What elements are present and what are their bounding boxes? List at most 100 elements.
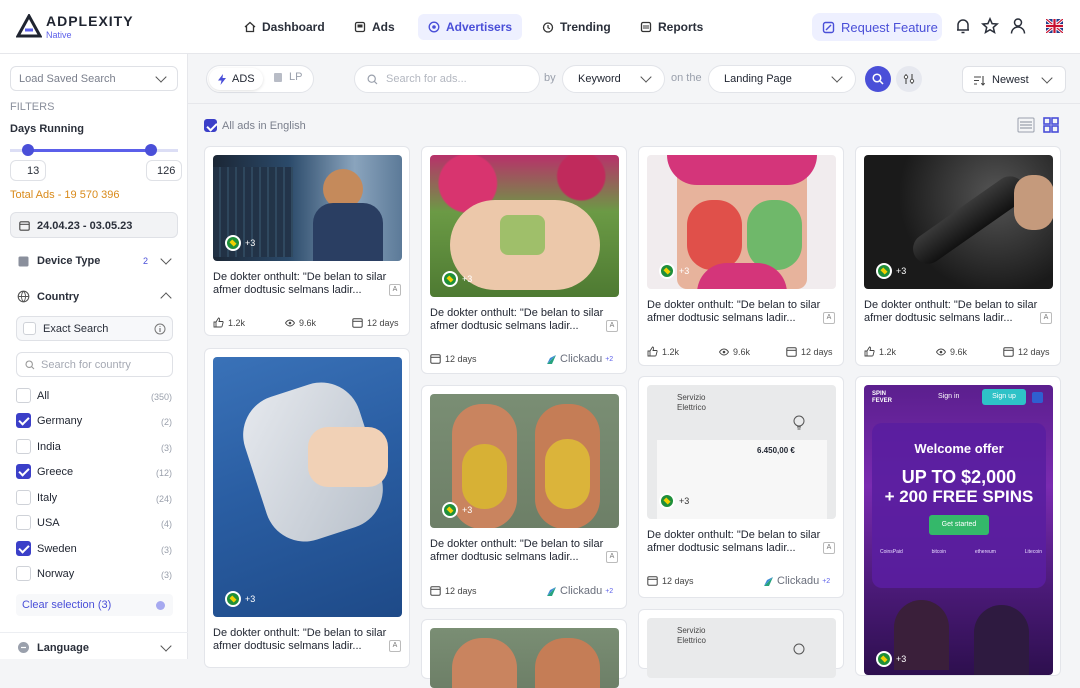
casino-get-started[interactable]: Get started <box>929 515 989 535</box>
ad-card[interactable]: +3 De dokter onthult: "De belan to silar… <box>638 146 844 366</box>
translate-icon[interactable]: A <box>389 284 401 296</box>
country-search-input[interactable]: Search for country <box>16 352 173 377</box>
user-icon[interactable] <box>1009 17 1027 35</box>
nav-dashboard[interactable]: Dashboard <box>234 14 335 40</box>
device-type-section[interactable]: Device Type 2 <box>0 248 188 276</box>
ads-search-input[interactable]: Search for ads... <box>354 65 540 93</box>
translate-icon[interactable]: A <box>823 542 835 554</box>
days-running: 12 days <box>367 317 399 328</box>
country-item-india[interactable]: India (3) <box>0 439 188 459</box>
country-item-usa[interactable]: USA (4) <box>0 515 188 535</box>
payment-ethereum: ethereum <box>974 549 996 555</box>
country-checkbox[interactable] <box>16 464 31 479</box>
grid-view-icon[interactable] <box>1043 117 1059 133</box>
bell-icon[interactable] <box>954 17 972 35</box>
country-name: India <box>37 441 61 453</box>
country-checkbox[interactable] <box>16 490 31 505</box>
ad-thumbnail[interactable]: Servizio Elettrico 6.450,00 € +3 <box>647 385 836 519</box>
nav-reports[interactable]: Reports <box>630 14 713 40</box>
ad-card[interactable]: SPIN FEVER Sign in Sign up Welcome offer… <box>855 376 1061 676</box>
ad-network[interactable]: Clickadu +2 <box>763 575 830 587</box>
days-running: 12 days <box>445 353 477 364</box>
country-item-greece[interactable]: Greece (12) <box>0 464 188 484</box>
country-checkbox[interactable] <box>16 388 31 403</box>
days-slider-max-handle[interactable] <box>145 144 157 156</box>
nav-advertisers[interactable]: Advertisers <box>418 14 523 40</box>
country-item-italy[interactable]: Italy (24) <box>0 490 188 510</box>
ad-card[interactable] <box>421 619 627 688</box>
uk-flag-icon[interactable] <box>1046 19 1063 33</box>
ad-card[interactable]: +3 De dokter onthult: "De belan to silar… <box>421 146 627 374</box>
sort-select[interactable]: Newest <box>962 66 1066 93</box>
days-min-input[interactable]: 13 <box>10 160 46 181</box>
landing-page-select[interactable]: Landing Page <box>708 65 856 93</box>
request-feature-button[interactable]: Request Feature <box>812 13 942 41</box>
advertisers-icon <box>428 21 440 33</box>
ad-title: De dokter onthult: "De belan to silar af… <box>430 307 604 332</box>
country-item-norway[interactable]: Norway (3) <box>0 566 188 586</box>
info-icon[interactable] <box>154 323 166 335</box>
casino-sign-in[interactable]: Sign in <box>938 393 959 400</box>
days-running: 12 days <box>445 585 477 596</box>
days-max-input[interactable]: 126 <box>146 160 182 181</box>
country-checkbox[interactable] <box>16 566 31 581</box>
casino-sign-up[interactable]: Sign up <box>982 389 1026 405</box>
date-range-picker[interactable]: 24.04.23 - 03.05.23 <box>10 212 178 238</box>
days-slider-range <box>28 149 151 152</box>
advanced-filters-button[interactable] <box>896 66 922 92</box>
ad-network[interactable]: Clickadu +2 <box>546 353 613 365</box>
clear-selection-button[interactable]: Clear selection (3) <box>16 594 173 616</box>
english-only-checkbox[interactable] <box>204 119 217 132</box>
country-section-header[interactable]: Country <box>0 284 188 312</box>
keyword-select[interactable]: Keyword <box>562 65 665 93</box>
ad-card[interactable]: Servizio Elettrico 6.450,00 € +3 De dokt… <box>638 376 844 598</box>
ad-thumbnail[interactable]: Servizio Elettrico <box>647 618 836 678</box>
ad-network[interactable]: Clickadu +2 <box>546 585 613 597</box>
nav-trending[interactable]: Trending <box>532 14 621 40</box>
ad-thumbnail[interactable]: +3 <box>430 394 619 528</box>
search-button[interactable] <box>865 66 891 92</box>
language-section[interactable]: Language <box>0 632 188 660</box>
exact-search-checkbox[interactable] <box>23 322 36 335</box>
ad-title: De dokter onthult: "De belan to silar af… <box>647 299 821 324</box>
country-checkbox[interactable] <box>16 515 31 530</box>
country-item-all[interactable]: All (350) <box>0 388 188 408</box>
ad-card[interactable]: +3 De dokter onthult: "De belan to silar… <box>204 146 410 336</box>
country-item-germany[interactable]: Germany (2) <box>0 413 188 433</box>
ad-thumbnail[interactable]: +3 <box>430 155 619 297</box>
tab-lp[interactable]: LP <box>273 71 302 83</box>
invoice-line2: Elettrico <box>677 403 706 412</box>
exact-search-toggle[interactable]: Exact Search <box>16 316 173 341</box>
ad-thumbnail[interactable] <box>430 628 619 688</box>
translate-icon[interactable]: A <box>389 640 401 652</box>
ad-thumbnail[interactable]: SPIN FEVER Sign in Sign up Welcome offer… <box>864 385 1053 675</box>
tab-ads[interactable]: ADS <box>209 68 263 90</box>
ad-thumbnail[interactable]: +3 <box>213 357 402 617</box>
ad-card[interactable]: +3 De dokter onthult: "De belan to silar… <box>204 348 410 668</box>
casino-payments: CoinsPaid bitcoin ethereum Litecoin <box>880 549 1042 555</box>
translate-icon[interactable]: A <box>606 551 618 563</box>
ad-card[interactable]: Servizio Elettrico <box>638 609 844 678</box>
translate-icon[interactable]: A <box>606 320 618 332</box>
bulb-icon <box>793 643 805 655</box>
ad-thumbnail[interactable]: +3 <box>864 155 1053 289</box>
network-name: Clickadu <box>777 575 820 587</box>
ad-card[interactable]: +3 De dokter onthult: "De belan to silar… <box>421 385 627 609</box>
ad-thumbnail[interactable]: +3 <box>647 155 836 289</box>
load-saved-search-select[interactable]: Load Saved Search <box>10 66 178 91</box>
nav-ads[interactable]: Ads <box>344 14 405 40</box>
views-count: 9.6k <box>733 346 751 357</box>
country-checkbox[interactable] <box>16 413 31 428</box>
brazil-flag-icon <box>659 493 675 509</box>
country-checkbox[interactable] <box>16 439 31 454</box>
ad-card[interactable]: +3 De dokter onthult: "De belan to silar… <box>855 146 1061 366</box>
country-item-sweden[interactable]: Sweden (3) <box>0 541 188 561</box>
days-slider-min-handle[interactable] <box>22 144 34 156</box>
country-checkbox[interactable] <box>16 541 31 556</box>
list-view-icon[interactable] <box>1017 117 1035 133</box>
ad-thumbnail[interactable]: +3 <box>213 155 402 261</box>
logo[interactable]: ADPLEXITY Native <box>15 12 134 40</box>
star-icon[interactable] <box>981 17 999 35</box>
translate-icon[interactable]: A <box>823 312 835 324</box>
translate-icon[interactable]: A <box>1040 312 1052 324</box>
